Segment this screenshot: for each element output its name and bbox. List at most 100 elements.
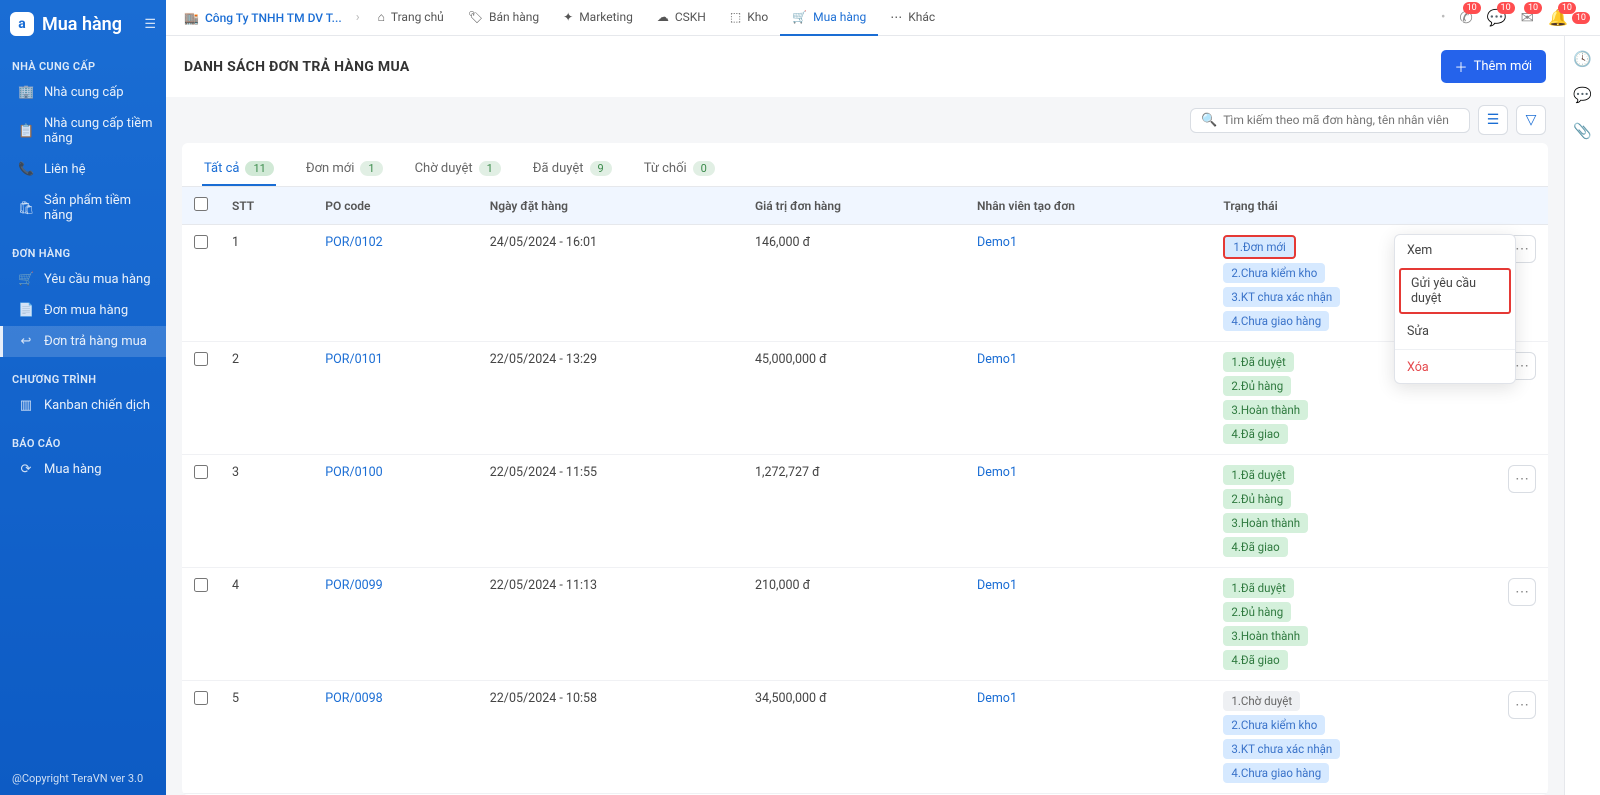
topnav-item[interactable]: 🏷Bán hàng [456, 0, 551, 36]
topnav-item-icon: ⋯ [890, 10, 902, 24]
dot-icon: • [1441, 10, 1445, 25]
sidebar-item-icon: 📄 [18, 303, 34, 318]
top-nav: 🏬 Công Ty TNHH TM DV T... › ⌂Trang chủ🏷B… [166, 0, 1600, 36]
toolbar: 🔍 ☰ ▽ [166, 97, 1564, 135]
topnav-item[interactable]: ⋯ Khác [878, 0, 947, 36]
row-more-button[interactable]: ⋯ [1508, 691, 1536, 719]
tab[interactable]: Chờ duyệt1 [413, 153, 503, 186]
row-checkbox[interactable] [194, 465, 208, 479]
sidebar-footer: @Copyright TeraVN ver 3.0 [0, 762, 166, 795]
sidebar-item[interactable]: 🏢Nhà cung cấp [0, 77, 166, 108]
cell-value: 146,000 đ [743, 225, 965, 342]
topnav-item-label: Marketing [579, 10, 633, 24]
status-chip: 2.Đủ hàng [1223, 376, 1291, 396]
row-checkbox[interactable] [194, 578, 208, 592]
menu-delete[interactable]: Xóa [1395, 352, 1515, 383]
search-input[interactable] [1223, 113, 1459, 127]
sidebar-item[interactable]: ⟳Mua hàng [0, 454, 166, 485]
search-box[interactable]: 🔍 [1190, 108, 1470, 133]
po-link[interactable]: POR/0100 [325, 465, 382, 480]
topnav-item-icon: 🏷 [468, 10, 483, 24]
comment-icon[interactable]: 💬 [1573, 86, 1592, 104]
status-chip: 4.Chưa giao hàng [1223, 763, 1329, 783]
status-group: 1.Đã duyệt2.Đủ hàng3.Hoàn thành4.Đã giao [1223, 578, 1484, 670]
building-icon: 🏬 [184, 11, 199, 25]
bell-icon[interactable]: 🔔10 [1548, 8, 1568, 27]
sidebar-item[interactable]: 🛒Yêu cầu mua hàng [0, 264, 166, 295]
sidebar-item[interactable]: 📞Liên hệ [0, 154, 166, 185]
orders-table-wrap: STT PO code Ngày đặt hàng Giá trị đơn hà… [182, 187, 1548, 795]
topnav-item-icon: ⌂ [378, 10, 385, 24]
phone-icon[interactable]: ✆10 [1459, 8, 1472, 27]
tab[interactable]: Đơn mới1 [304, 153, 385, 186]
ellipsis-icon: ⋯ [1515, 358, 1529, 374]
row-checkbox[interactable] [194, 352, 208, 366]
sidebar-item[interactable]: ▥Kanban chiến dịch [0, 390, 166, 421]
employee-link[interactable]: Demo1 [977, 691, 1017, 706]
row-checkbox[interactable] [194, 235, 208, 249]
sidebar-item-icon: ↩ [18, 334, 34, 349]
tab[interactable]: Từ chối0 [642, 153, 717, 186]
sidebar-item-label: Sản phẩm tiềm năng [44, 193, 154, 223]
topnav-item-icon: 🛒 [792, 10, 807, 24]
tab-label: Đơn mới [306, 161, 355, 176]
add-new-button[interactable]: ＋ Thêm mới [1441, 50, 1546, 83]
ellipsis-icon: ⋯ [1515, 471, 1529, 487]
chevron-right-icon: › [350, 10, 366, 25]
table-row: 4POR/009922/05/2024 - 11:13210,000 đDemo… [182, 568, 1548, 681]
menu-send-approval[interactable]: Gửi yêu cầu duyệt [1399, 268, 1511, 314]
status-chip: 3.KT chưa xác nhận [1223, 287, 1340, 307]
sidebar-item[interactable]: 📄 Đơn mua hàng [0, 295, 166, 326]
col-date: Ngày đặt hàng [478, 187, 743, 225]
status-chip: 2.Đủ hàng [1223, 602, 1291, 622]
po-link[interactable]: POR/0099 [325, 578, 382, 593]
row-more-button[interactable]: ⋯ [1508, 578, 1536, 606]
mail-icon[interactable]: ✉10 [1521, 8, 1534, 27]
filter-button[interactable]: ▽ [1516, 105, 1546, 135]
right-rail: 🕓 💬 📎 [1564, 36, 1600, 795]
attachment-icon[interactable]: 📎 [1573, 122, 1592, 140]
topnav-item[interactable]: 🛒Mua hàng [780, 0, 878, 36]
clock-icon[interactable]: 🕓 [1573, 50, 1592, 68]
po-link[interactable]: POR/0101 [325, 352, 382, 367]
employee-link[interactable]: Demo1 [977, 465, 1017, 480]
employee-link[interactable]: Demo1 [977, 235, 1017, 250]
row-checkbox[interactable] [194, 691, 208, 705]
menu-edit[interactable]: Sửa [1395, 316, 1515, 347]
select-all-checkbox[interactable] [194, 197, 208, 211]
settings-filter-button[interactable]: ☰ [1478, 105, 1508, 135]
sidebar-item-label: Đơn mua hàng [44, 303, 128, 318]
employee-link[interactable]: Demo1 [977, 578, 1017, 593]
company-selector[interactable]: 🏬 Công Ty TNHH TM DV T... [176, 11, 350, 25]
sidebar-collapse-icon[interactable]: ☰ [144, 17, 156, 32]
sidebar-item-icon: ▥ [18, 398, 34, 413]
chat-icon[interactable]: 💬10 [1487, 8, 1507, 27]
tab[interactable]: Đã duyệt9 [531, 153, 614, 186]
sidebar-item[interactable]: 📋Nhà cung cấp tiềm năng [0, 108, 166, 154]
tab[interactable]: Tất cả11 [202, 153, 276, 186]
topnav-item[interactable]: ✦Marketing [551, 0, 645, 36]
status-chip: 1.Chờ duyệt [1223, 691, 1300, 711]
topnav-item-icon: ☁ [657, 10, 669, 24]
menu-separator [1395, 349, 1515, 350]
cell-stt: 3 [220, 455, 313, 568]
employee-link[interactable]: Demo1 [977, 352, 1017, 367]
menu-view[interactable]: Xem [1395, 235, 1515, 266]
sidebar-item-label: Nhà cung cấp tiềm năng [44, 116, 154, 146]
sidebar-item-icon: 📞 [18, 162, 34, 177]
tab-label: Chờ duyệt [415, 161, 473, 176]
po-link[interactable]: POR/0098 [325, 691, 382, 706]
col-po: PO code [313, 187, 478, 225]
status-chip: 1.Đơn mới [1223, 235, 1295, 259]
topnav-item-label: Khác [908, 10, 935, 24]
ellipsis-icon: ⋯ [1515, 241, 1529, 257]
table-row: 1POR/010224/05/2024 - 16:01146,000 đDemo… [182, 225, 1548, 342]
topnav-item[interactable]: ⌂Trang chủ [366, 0, 456, 36]
sidebar-item[interactable]: 🛍Sản phẩm tiềm năng [0, 185, 166, 231]
topnav-item[interactable]: ☁CSKH [645, 0, 718, 36]
cell-value: 1,272,727 đ [743, 455, 965, 568]
sidebar-item[interactable]: ↩Đơn trả hàng mua [0, 326, 166, 357]
topnav-item[interactable]: ⬚Kho [718, 0, 780, 36]
row-more-button[interactable]: ⋯ [1508, 465, 1536, 493]
po-link[interactable]: POR/0102 [325, 235, 382, 250]
